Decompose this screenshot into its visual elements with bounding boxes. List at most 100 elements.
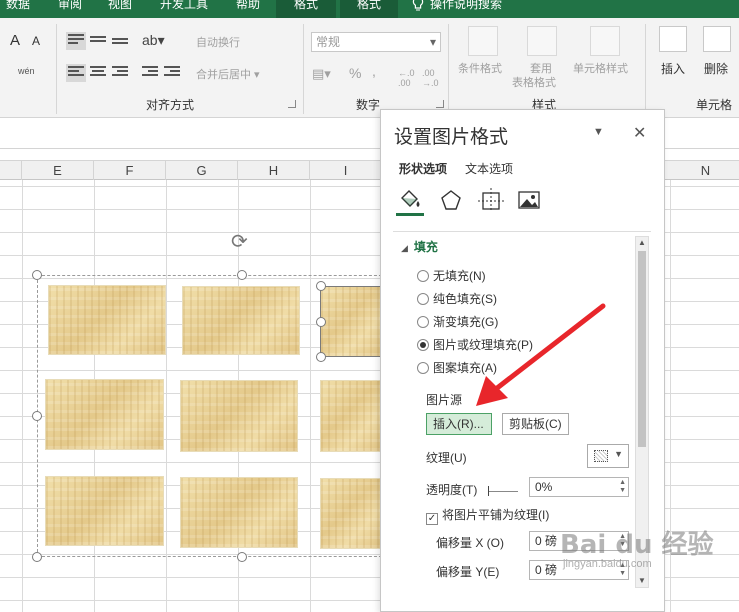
menu-down-icon[interactable]: ▼ xyxy=(593,126,604,138)
offset-x-label: 偏移量 X (O) xyxy=(436,536,504,550)
insert-cells-icon[interactable] xyxy=(659,26,687,52)
texture-label: 纹理(U) xyxy=(426,451,467,465)
align-center-icon[interactable] xyxy=(90,66,106,78)
watermark-url: jingyan.baidu.com xyxy=(563,558,652,570)
scroll-up-icon[interactable]: ▲ xyxy=(636,237,648,249)
conditional-format-icon[interactable] xyxy=(468,26,498,56)
resize-handle[interactable] xyxy=(32,270,42,280)
decrease-decimal-icon[interactable]: .00 →.0 xyxy=(422,68,439,88)
size-properties-icon[interactable] xyxy=(478,188,506,216)
annotation-arrow-icon xyxy=(476,303,606,406)
cell-styles-button[interactable]: 单元格样式 xyxy=(573,60,628,76)
group-selection-box xyxy=(37,275,387,557)
slider-thumb[interactable] xyxy=(488,486,489,496)
divider xyxy=(393,231,651,232)
radio-no-fill[interactable]: 无填充(N) xyxy=(417,267,486,284)
font-shrink-button[interactable]: A xyxy=(32,34,40,48)
collapse-icon: ◢ xyxy=(401,243,408,253)
comma-button[interactable]: , xyxy=(372,63,376,79)
fill-section-label: 填充 xyxy=(413,240,438,254)
delete-cells-icon[interactable] xyxy=(703,26,731,52)
resize-handle[interactable] xyxy=(316,317,326,327)
table-format-label-2[interactable]: 表格格式 xyxy=(512,74,556,90)
radio-dot xyxy=(417,270,429,282)
column-header-n[interactable]: N xyxy=(670,161,739,180)
divider xyxy=(645,24,646,114)
rotate-icon[interactable]: ⟳ xyxy=(231,232,253,252)
scroll-down-icon[interactable]: ▼ xyxy=(636,575,648,587)
resize-handle[interactable] xyxy=(32,411,42,421)
insert-cells-button[interactable]: 插入 xyxy=(661,60,685,77)
phonetic-button[interactable]: wén xyxy=(18,66,35,76)
effects-icon[interactable] xyxy=(439,188,467,216)
alignment-launcher-icon[interactable] xyxy=(288,100,296,108)
chevron-down-icon: ▾ xyxy=(429,35,436,49)
orientation-button[interactable]: ab▾ xyxy=(142,32,165,49)
transparency-input[interactable]: 0% ▲ ▼ xyxy=(529,477,629,497)
align-middle-icon[interactable] xyxy=(90,36,106,48)
delete-cells-button[interactable]: 删除 xyxy=(704,60,728,77)
offset-y-label: 偏移量 Y(E) xyxy=(436,565,500,579)
percent-button[interactable]: % xyxy=(349,65,361,81)
resize-handle[interactable] xyxy=(316,281,326,291)
column-header-f[interactable]: F xyxy=(94,161,166,180)
resize-handle[interactable] xyxy=(237,270,247,280)
select-all-corner[interactable] xyxy=(0,161,22,180)
divider xyxy=(56,24,57,114)
resize-handle[interactable] xyxy=(237,552,247,562)
alignment-group-label: 对齐方式 xyxy=(146,98,195,112)
number-format-select[interactable]: 常规 ▾ xyxy=(311,32,441,52)
picture-icon[interactable] xyxy=(517,188,545,216)
merge-center-button[interactable]: 合并后居中 ▾ xyxy=(196,66,260,82)
column-header-h[interactable]: H xyxy=(238,161,310,180)
ribbon-body: A A wén ab▾ 自动换行 合并后居中 ▾ 对齐方式 常规 ▾ ▤▾ % … xyxy=(0,18,739,118)
increase-decimal-icon[interactable]: ←.0.00 xyxy=(398,68,415,88)
column-header-i[interactable]: I xyxy=(310,161,382,180)
tab-review[interactable]: 审阅 xyxy=(58,0,82,18)
divider xyxy=(448,24,449,114)
column-header-g[interactable]: G xyxy=(166,161,238,180)
align-bottom-icon[interactable] xyxy=(112,38,128,50)
number-launcher-icon[interactable] xyxy=(436,100,444,108)
tab-data[interactable]: 数据 xyxy=(6,0,30,18)
spin-arrows-icon[interactable]: ▲ ▼ xyxy=(619,479,626,495)
radio-dot-selected xyxy=(417,339,429,351)
tab-view[interactable]: 视图 xyxy=(108,0,132,18)
align-top-icon[interactable] xyxy=(66,32,86,50)
wrap-text-button[interactable]: 自动换行 xyxy=(196,34,240,50)
transparency-slider[interactable] xyxy=(486,486,518,496)
tab-shape-options[interactable]: 形状选项 xyxy=(399,160,447,177)
tab-help[interactable]: 帮助 xyxy=(236,0,260,18)
transparency-label: 透明度(T) xyxy=(426,483,478,497)
tab-format-2[interactable]: 格式 xyxy=(340,0,398,18)
accounting-format-button[interactable]: ▤▾ xyxy=(312,66,331,82)
font-grow-button[interactable]: A xyxy=(10,32,20,49)
radio-label: 无填充(N) xyxy=(433,269,486,283)
align-right-icon[interactable] xyxy=(112,66,128,78)
decrease-indent-icon[interactable] xyxy=(142,66,158,78)
texture-picker[interactable]: ▼ xyxy=(587,444,629,468)
tab-text-options[interactable]: 文本选项 xyxy=(465,160,513,177)
radio-dot xyxy=(417,293,429,305)
conditional-format-button[interactable]: 条件格式 xyxy=(458,60,502,76)
increase-indent-icon[interactable] xyxy=(164,66,180,78)
scroll-thumb[interactable] xyxy=(638,251,646,447)
fill-section-header[interactable]: ◢ 填充 xyxy=(401,238,438,255)
fill-line-icon[interactable] xyxy=(396,188,424,216)
offset-x-value: 0 磅 xyxy=(535,534,558,548)
picture-source-label: 图片源 xyxy=(426,393,463,407)
tab-developer[interactable]: 开发工具 xyxy=(160,0,208,18)
resize-handle[interactable] xyxy=(32,552,42,562)
column-header-e[interactable]: E xyxy=(22,161,94,180)
pane-title: 设置图片格式 xyxy=(394,127,509,148)
tell-me-search[interactable]: 操作说明搜索 xyxy=(430,0,502,18)
cell-styles-icon[interactable] xyxy=(590,26,620,56)
resize-handle[interactable] xyxy=(316,352,326,362)
tab-format-1[interactable]: 格式 xyxy=(276,0,336,18)
table-format-icon[interactable] xyxy=(527,26,557,56)
close-icon[interactable]: ✕ xyxy=(633,123,646,143)
tile-checkbox[interactable]: ✓ 将图片平铺为纹理(I) xyxy=(426,506,549,525)
texture-swatch-icon xyxy=(594,450,608,462)
align-left-icon[interactable] xyxy=(66,64,86,82)
cells-group-label: 单元格 xyxy=(696,98,733,112)
